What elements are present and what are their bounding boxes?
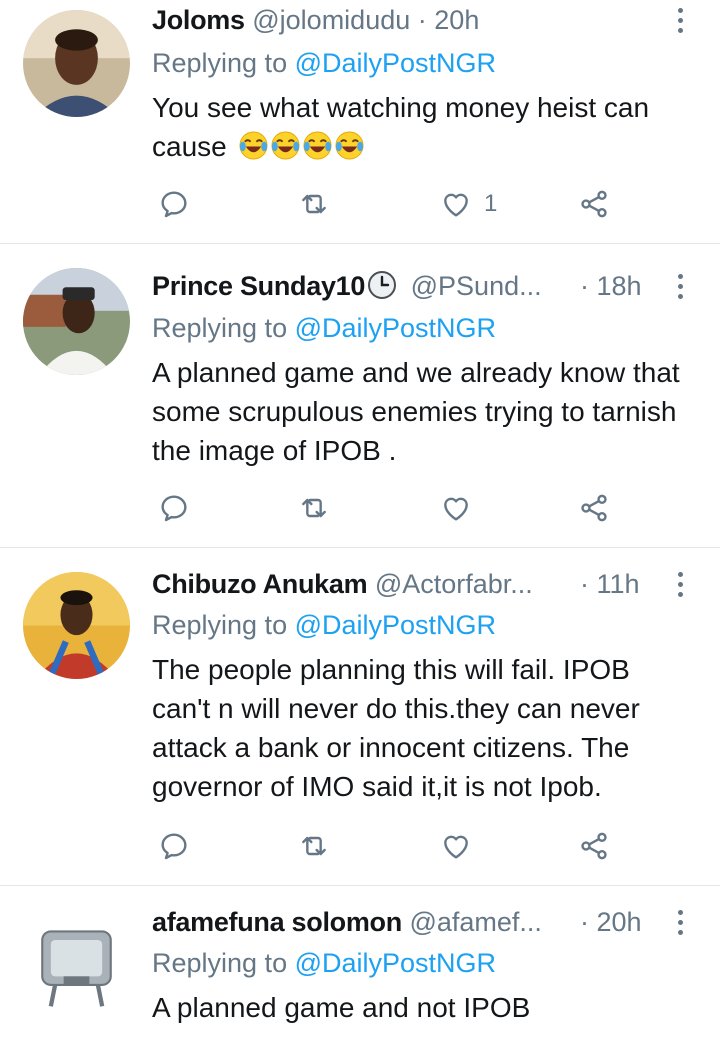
user-handle[interactable]: @PSund... bbox=[411, 271, 542, 301]
tweet-text: You see what watching money heist can ca… bbox=[152, 88, 690, 166]
like-button[interactable]: 1 bbox=[440, 182, 497, 226]
face-with-tears-of-joy-icon bbox=[302, 131, 332, 160]
retweet-button[interactable] bbox=[298, 486, 330, 530]
face-with-tears-of-joy-icon bbox=[270, 131, 300, 160]
timestamp[interactable]: 20h bbox=[597, 907, 642, 937]
share-icon bbox=[581, 190, 607, 218]
reply-icon bbox=[161, 191, 187, 218]
tweet-actions bbox=[152, 824, 632, 868]
replying-to: Replying to @DailyPostNGR bbox=[152, 606, 496, 644]
tweet-meta: · 18h bbox=[580, 266, 660, 306]
retweet-button[interactable] bbox=[298, 182, 330, 226]
avatar[interactable] bbox=[23, 910, 130, 1017]
share-button[interactable] bbox=[578, 182, 610, 226]
mention-link[interactable]: @DailyPostNGR bbox=[295, 948, 496, 978]
mention-link[interactable]: @DailyPostNGR bbox=[295, 313, 496, 343]
separator-dot: · bbox=[580, 907, 589, 937]
heart-icon bbox=[444, 497, 468, 521]
tweet-card[interactable]: Chibuzo Anukam @Actorfabr... · 11h Reply… bbox=[0, 548, 720, 886]
timestamp[interactable]: 18h bbox=[597, 271, 642, 301]
tweet-card[interactable]: Prince Sunday10 @PSund... · 18h Replying… bbox=[0, 244, 720, 548]
replying-prefix: Replying to bbox=[152, 48, 288, 78]
reply-icon bbox=[161, 833, 187, 860]
tweet-card[interactable]: Joloms @jolomidudu · 20h Replying to @Da… bbox=[0, 0, 720, 244]
replying-prefix: Replying to bbox=[152, 313, 288, 343]
share-button[interactable] bbox=[578, 486, 610, 530]
timestamp[interactable]: 20h bbox=[434, 5, 479, 35]
heart-icon bbox=[444, 193, 468, 217]
separator-dot: · bbox=[580, 569, 589, 599]
display-name[interactable]: afamefuna solomon bbox=[152, 907, 402, 937]
tweet-text-content: You see what watching money heist can ca… bbox=[152, 92, 650, 162]
tweet-header: Prince Sunday10 @PSund... bbox=[152, 266, 570, 306]
reply-button[interactable] bbox=[158, 486, 190, 530]
tweet-text: A planned game and we already know that … bbox=[152, 357, 680, 466]
replying-to: Replying to @DailyPostNGR bbox=[152, 944, 496, 982]
avatar[interactable] bbox=[23, 572, 130, 679]
mention-link[interactable]: @DailyPostNGR bbox=[295, 48, 496, 78]
display-name[interactable]: Joloms bbox=[152, 5, 245, 35]
avatar[interactable] bbox=[23, 268, 130, 375]
retweet-icon bbox=[302, 836, 326, 856]
user-handle[interactable]: @afamef... bbox=[409, 907, 541, 937]
retweet-icon bbox=[302, 194, 326, 214]
more-options-icon[interactable] bbox=[670, 902, 690, 942]
clock-icon bbox=[367, 270, 397, 300]
replying-to: Replying to @DailyPostNGR bbox=[152, 44, 496, 82]
reply-button[interactable] bbox=[158, 824, 190, 868]
more-options-icon[interactable] bbox=[670, 266, 690, 306]
tweet-text: The people planning this will fail. IPOB… bbox=[152, 654, 640, 802]
tweet-actions: 1 bbox=[152, 182, 632, 226]
replying-prefix: Replying to bbox=[152, 948, 288, 978]
heart-icon bbox=[444, 835, 468, 859]
user-handle[interactable]: @Actorfabr... bbox=[375, 569, 533, 599]
tweet-header: Chibuzo Anukam @Actorfabr... bbox=[152, 564, 570, 604]
reply-button[interactable] bbox=[158, 182, 190, 226]
tweet-header: afamefuna solomon @afamef... bbox=[152, 902, 570, 942]
retweet-icon bbox=[302, 498, 326, 518]
reply-icon bbox=[161, 495, 187, 522]
avatar[interactable] bbox=[23, 10, 130, 117]
share-icon bbox=[581, 494, 607, 522]
more-options-icon[interactable] bbox=[670, 564, 690, 604]
user-handle[interactable]: @jolomidudu bbox=[252, 5, 410, 35]
like-button[interactable] bbox=[440, 824, 484, 868]
like-count: 1 bbox=[484, 190, 498, 217]
more-options-icon[interactable] bbox=[670, 0, 690, 40]
display-name[interactable]: Chibuzo Anukam bbox=[152, 569, 368, 599]
tweet-card[interactable]: afamefuna solomon @afamef... · 20h Reply… bbox=[0, 886, 720, 1039]
tweet-actions bbox=[152, 486, 632, 530]
replying-prefix: Replying to bbox=[152, 610, 288, 640]
tweet-meta: · 11h bbox=[580, 564, 660, 604]
share-button[interactable] bbox=[578, 824, 610, 868]
display-name[interactable]: Prince Sunday10 bbox=[152, 271, 365, 301]
tweet-header: Joloms @jolomidudu · 20h bbox=[152, 0, 660, 40]
tweet-meta: · 20h bbox=[580, 902, 660, 942]
separator-dot: · bbox=[417, 5, 427, 35]
share-icon bbox=[581, 832, 607, 860]
face-with-tears-of-joy-icon bbox=[334, 131, 364, 160]
face-with-tears-of-joy-icon bbox=[238, 131, 268, 160]
timestamp[interactable]: 11h bbox=[597, 569, 640, 599]
separator-dot: · bbox=[580, 271, 589, 301]
tweet-text: A planned game and not IPOB bbox=[152, 992, 531, 1023]
retweet-button[interactable] bbox=[298, 824, 330, 868]
replying-to: Replying to @DailyPostNGR bbox=[152, 309, 496, 347]
mention-link[interactable]: @DailyPostNGR bbox=[295, 610, 496, 640]
like-button[interactable] bbox=[440, 486, 484, 530]
